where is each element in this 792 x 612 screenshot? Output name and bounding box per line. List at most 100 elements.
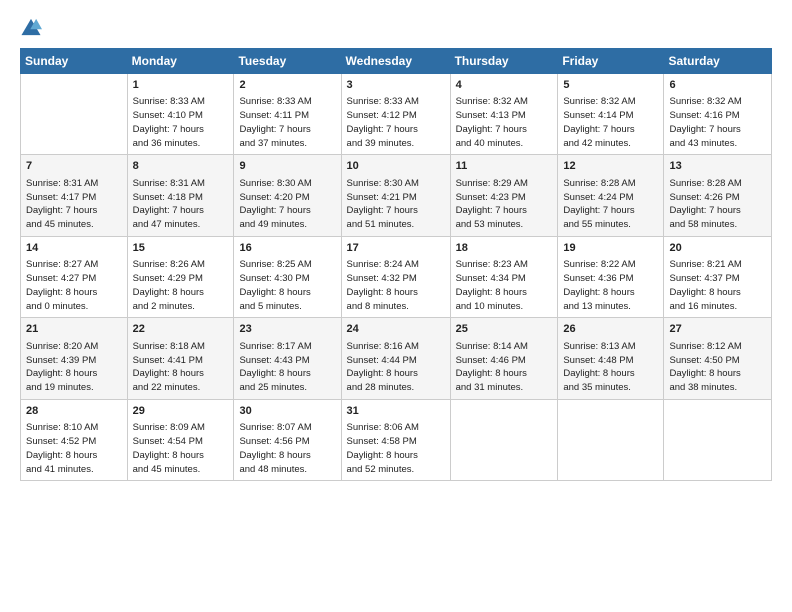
day-number: 25 bbox=[456, 322, 553, 337]
cell-2-6: 12Sunrise: 8:28 AM Sunset: 4:24 PM Dayli… bbox=[558, 155, 664, 236]
cell-2-7: 13 Sunrise: 8:28 AM Sunset: 4:26 PM Dayli… bbox=[664, 155, 772, 236]
cell-content: Sunrise: 8:12 AM Sunset: 4:50 PM Dayligh… bbox=[669, 340, 766, 395]
day-number: 9 bbox=[239, 159, 335, 174]
column-header-monday: Monday bbox=[127, 49, 234, 74]
cell-content: Sunrise: 8:07 AM Sunset: 4:56 PM Dayligh… bbox=[239, 421, 335, 476]
cell-1-6: 5 Sunrise: 8:32 AM Sunset: 4:14 PM Daylig… bbox=[558, 74, 664, 155]
cell-content: Sunrise: 8:32 AM Sunset: 4:14 PM Dayligh… bbox=[563, 95, 658, 150]
day-number: 7 bbox=[26, 159, 122, 174]
cell-1-1 bbox=[21, 74, 128, 155]
day-number: 12 bbox=[563, 159, 658, 174]
column-header-tuesday: Tuesday bbox=[234, 49, 341, 74]
week-row-1: 1Sunrise: 8:33 AM Sunset: 4:10 PM Daylig… bbox=[21, 74, 772, 155]
cell-content: Sunrise: 8:29 AM Sunset: 4:23 PM Dayligh… bbox=[456, 177, 553, 232]
cell-3-4: 17Sunrise: 8:24 AM Sunset: 4:32 PM Dayli… bbox=[341, 236, 450, 317]
cell-content: Sunrise: 8:25 AM Sunset: 4:30 PM Dayligh… bbox=[239, 258, 335, 313]
cell-content: Sunrise: 8:06 AM Sunset: 4:58 PM Dayligh… bbox=[347, 421, 445, 476]
cell-content: Sunrise: 8:33 AM Sunset: 4:12 PM Dayligh… bbox=[347, 95, 445, 150]
cell-1-2: 1Sunrise: 8:33 AM Sunset: 4:10 PM Daylig… bbox=[127, 74, 234, 155]
cell-2-3: 9 Sunrise: 8:30 AM Sunset: 4:20 PM Daylig… bbox=[234, 155, 341, 236]
logo-icon bbox=[20, 16, 42, 38]
cell-content: Sunrise: 8:28 AM Sunset: 4:26 PM Dayligh… bbox=[669, 177, 766, 232]
header-row: SundayMondayTuesdayWednesdayThursdayFrid… bbox=[21, 49, 772, 74]
cell-4-7: 27 Sunrise: 8:12 AM Sunset: 4:50 PM Dayli… bbox=[664, 318, 772, 399]
day-number: 19 bbox=[563, 241, 658, 256]
cell-content: Sunrise: 8:33 AM Sunset: 4:11 PM Dayligh… bbox=[239, 95, 335, 150]
day-number: 27 bbox=[669, 322, 766, 337]
cell-content: Sunrise: 8:09 AM Sunset: 4:54 PM Dayligh… bbox=[133, 421, 229, 476]
day-number: 18 bbox=[456, 241, 553, 256]
cell-1-5: 4 Sunrise: 8:32 AM Sunset: 4:13 PM Daylig… bbox=[450, 74, 558, 155]
cell-4-4: 24Sunrise: 8:16 AM Sunset: 4:44 PM Dayli… bbox=[341, 318, 450, 399]
cell-content: Sunrise: 8:31 AM Sunset: 4:17 PM Dayligh… bbox=[26, 177, 122, 232]
cell-content: Sunrise: 8:32 AM Sunset: 4:13 PM Dayligh… bbox=[456, 95, 553, 150]
cell-5-5 bbox=[450, 399, 558, 480]
day-number: 20 bbox=[669, 241, 766, 256]
cell-2-2: 8 Sunrise: 8:31 AM Sunset: 4:18 PM Daylig… bbox=[127, 155, 234, 236]
column-header-thursday: Thursday bbox=[450, 49, 558, 74]
day-number: 5 bbox=[563, 78, 658, 93]
cell-5-1: 28 Sunrise: 8:10 AM Sunset: 4:52 PM Dayli… bbox=[21, 399, 128, 480]
day-number: 28 bbox=[26, 404, 122, 419]
day-number: 11 bbox=[456, 159, 553, 174]
header bbox=[20, 16, 772, 38]
cell-2-5: 11 Sunrise: 8:29 AM Sunset: 4:23 PM Dayli… bbox=[450, 155, 558, 236]
day-number: 3 bbox=[347, 78, 445, 93]
day-number: 14 bbox=[26, 241, 122, 256]
cell-3-6: 19Sunrise: 8:22 AM Sunset: 4:36 PM Dayli… bbox=[558, 236, 664, 317]
day-number: 23 bbox=[239, 322, 335, 337]
day-number: 26 bbox=[563, 322, 658, 337]
cell-4-6: 26 Sunrise: 8:13 AM Sunset: 4:48 PM Dayli… bbox=[558, 318, 664, 399]
cell-content: Sunrise: 8:13 AM Sunset: 4:48 PM Dayligh… bbox=[563, 340, 658, 395]
cell-5-6 bbox=[558, 399, 664, 480]
cell-content: Sunrise: 8:16 AM Sunset: 4:44 PM Dayligh… bbox=[347, 340, 445, 395]
day-number: 13 bbox=[669, 159, 766, 174]
cell-content: Sunrise: 8:20 AM Sunset: 4:39 PM Dayligh… bbox=[26, 340, 122, 395]
week-row-4: 21 Sunrise: 8:20 AM Sunset: 4:39 PM Dayli… bbox=[21, 318, 772, 399]
cell-content: Sunrise: 8:32 AM Sunset: 4:16 PM Dayligh… bbox=[669, 95, 766, 150]
cell-content: Sunrise: 8:30 AM Sunset: 4:21 PM Dayligh… bbox=[347, 177, 445, 232]
column-header-sunday: Sunday bbox=[21, 49, 128, 74]
cell-content: Sunrise: 8:23 AM Sunset: 4:34 PM Dayligh… bbox=[456, 258, 553, 313]
cell-2-4: 10Sunrise: 8:30 AM Sunset: 4:21 PM Dayli… bbox=[341, 155, 450, 236]
cell-1-3: 2 Sunrise: 8:33 AM Sunset: 4:11 PM Daylig… bbox=[234, 74, 341, 155]
week-row-5: 28 Sunrise: 8:10 AM Sunset: 4:52 PM Dayli… bbox=[21, 399, 772, 480]
day-number: 17 bbox=[347, 241, 445, 256]
cell-content: Sunrise: 8:26 AM Sunset: 4:29 PM Dayligh… bbox=[133, 258, 229, 313]
cell-content: Sunrise: 8:31 AM Sunset: 4:18 PM Dayligh… bbox=[133, 177, 229, 232]
cell-4-2: 22Sunrise: 8:18 AM Sunset: 4:41 PM Dayli… bbox=[127, 318, 234, 399]
cell-content: Sunrise: 8:21 AM Sunset: 4:37 PM Dayligh… bbox=[669, 258, 766, 313]
cell-4-1: 21 Sunrise: 8:20 AM Sunset: 4:39 PM Dayli… bbox=[21, 318, 128, 399]
cell-2-1: 7 Sunrise: 8:31 AM Sunset: 4:17 PM Daylig… bbox=[21, 155, 128, 236]
day-number: 30 bbox=[239, 404, 335, 419]
cell-4-3: 23 Sunrise: 8:17 AM Sunset: 4:43 PM Dayli… bbox=[234, 318, 341, 399]
week-row-3: 14 Sunrise: 8:27 AM Sunset: 4:27 PM Dayli… bbox=[21, 236, 772, 317]
day-number: 2 bbox=[239, 78, 335, 93]
cell-3-3: 16 Sunrise: 8:25 AM Sunset: 4:30 PM Dayli… bbox=[234, 236, 341, 317]
cell-content: Sunrise: 8:14 AM Sunset: 4:46 PM Dayligh… bbox=[456, 340, 553, 395]
logo bbox=[20, 16, 46, 38]
day-number: 6 bbox=[669, 78, 766, 93]
day-number: 22 bbox=[133, 322, 229, 337]
day-number: 4 bbox=[456, 78, 553, 93]
day-number: 29 bbox=[133, 404, 229, 419]
calendar-body: 1Sunrise: 8:33 AM Sunset: 4:10 PM Daylig… bbox=[21, 74, 772, 481]
day-number: 31 bbox=[347, 404, 445, 419]
cell-1-4: 3 Sunrise: 8:33 AM Sunset: 4:12 PM Daylig… bbox=[341, 74, 450, 155]
cell-5-4: 31 Sunrise: 8:06 AM Sunset: 4:58 PM Dayli… bbox=[341, 399, 450, 480]
cell-3-2: 15Sunrise: 8:26 AM Sunset: 4:29 PM Dayli… bbox=[127, 236, 234, 317]
day-number: 16 bbox=[239, 241, 335, 256]
day-number: 8 bbox=[133, 159, 229, 174]
cell-content: Sunrise: 8:30 AM Sunset: 4:20 PM Dayligh… bbox=[239, 177, 335, 232]
cell-3-7: 20 Sunrise: 8:21 AM Sunset: 4:37 PM Dayli… bbox=[664, 236, 772, 317]
cell-content: Sunrise: 8:27 AM Sunset: 4:27 PM Dayligh… bbox=[26, 258, 122, 313]
day-number: 21 bbox=[26, 322, 122, 337]
calendar-table: SundayMondayTuesdayWednesdayThursdayFrid… bbox=[20, 48, 772, 481]
cell-content: Sunrise: 8:10 AM Sunset: 4:52 PM Dayligh… bbox=[26, 421, 122, 476]
column-header-wednesday: Wednesday bbox=[341, 49, 450, 74]
cell-3-1: 14 Sunrise: 8:27 AM Sunset: 4:27 PM Dayli… bbox=[21, 236, 128, 317]
week-row-2: 7 Sunrise: 8:31 AM Sunset: 4:17 PM Daylig… bbox=[21, 155, 772, 236]
calendar-header: SundayMondayTuesdayWednesdayThursdayFrid… bbox=[21, 49, 772, 74]
cell-content: Sunrise: 8:17 AM Sunset: 4:43 PM Dayligh… bbox=[239, 340, 335, 395]
page: SundayMondayTuesdayWednesdayThursdayFrid… bbox=[0, 0, 792, 612]
